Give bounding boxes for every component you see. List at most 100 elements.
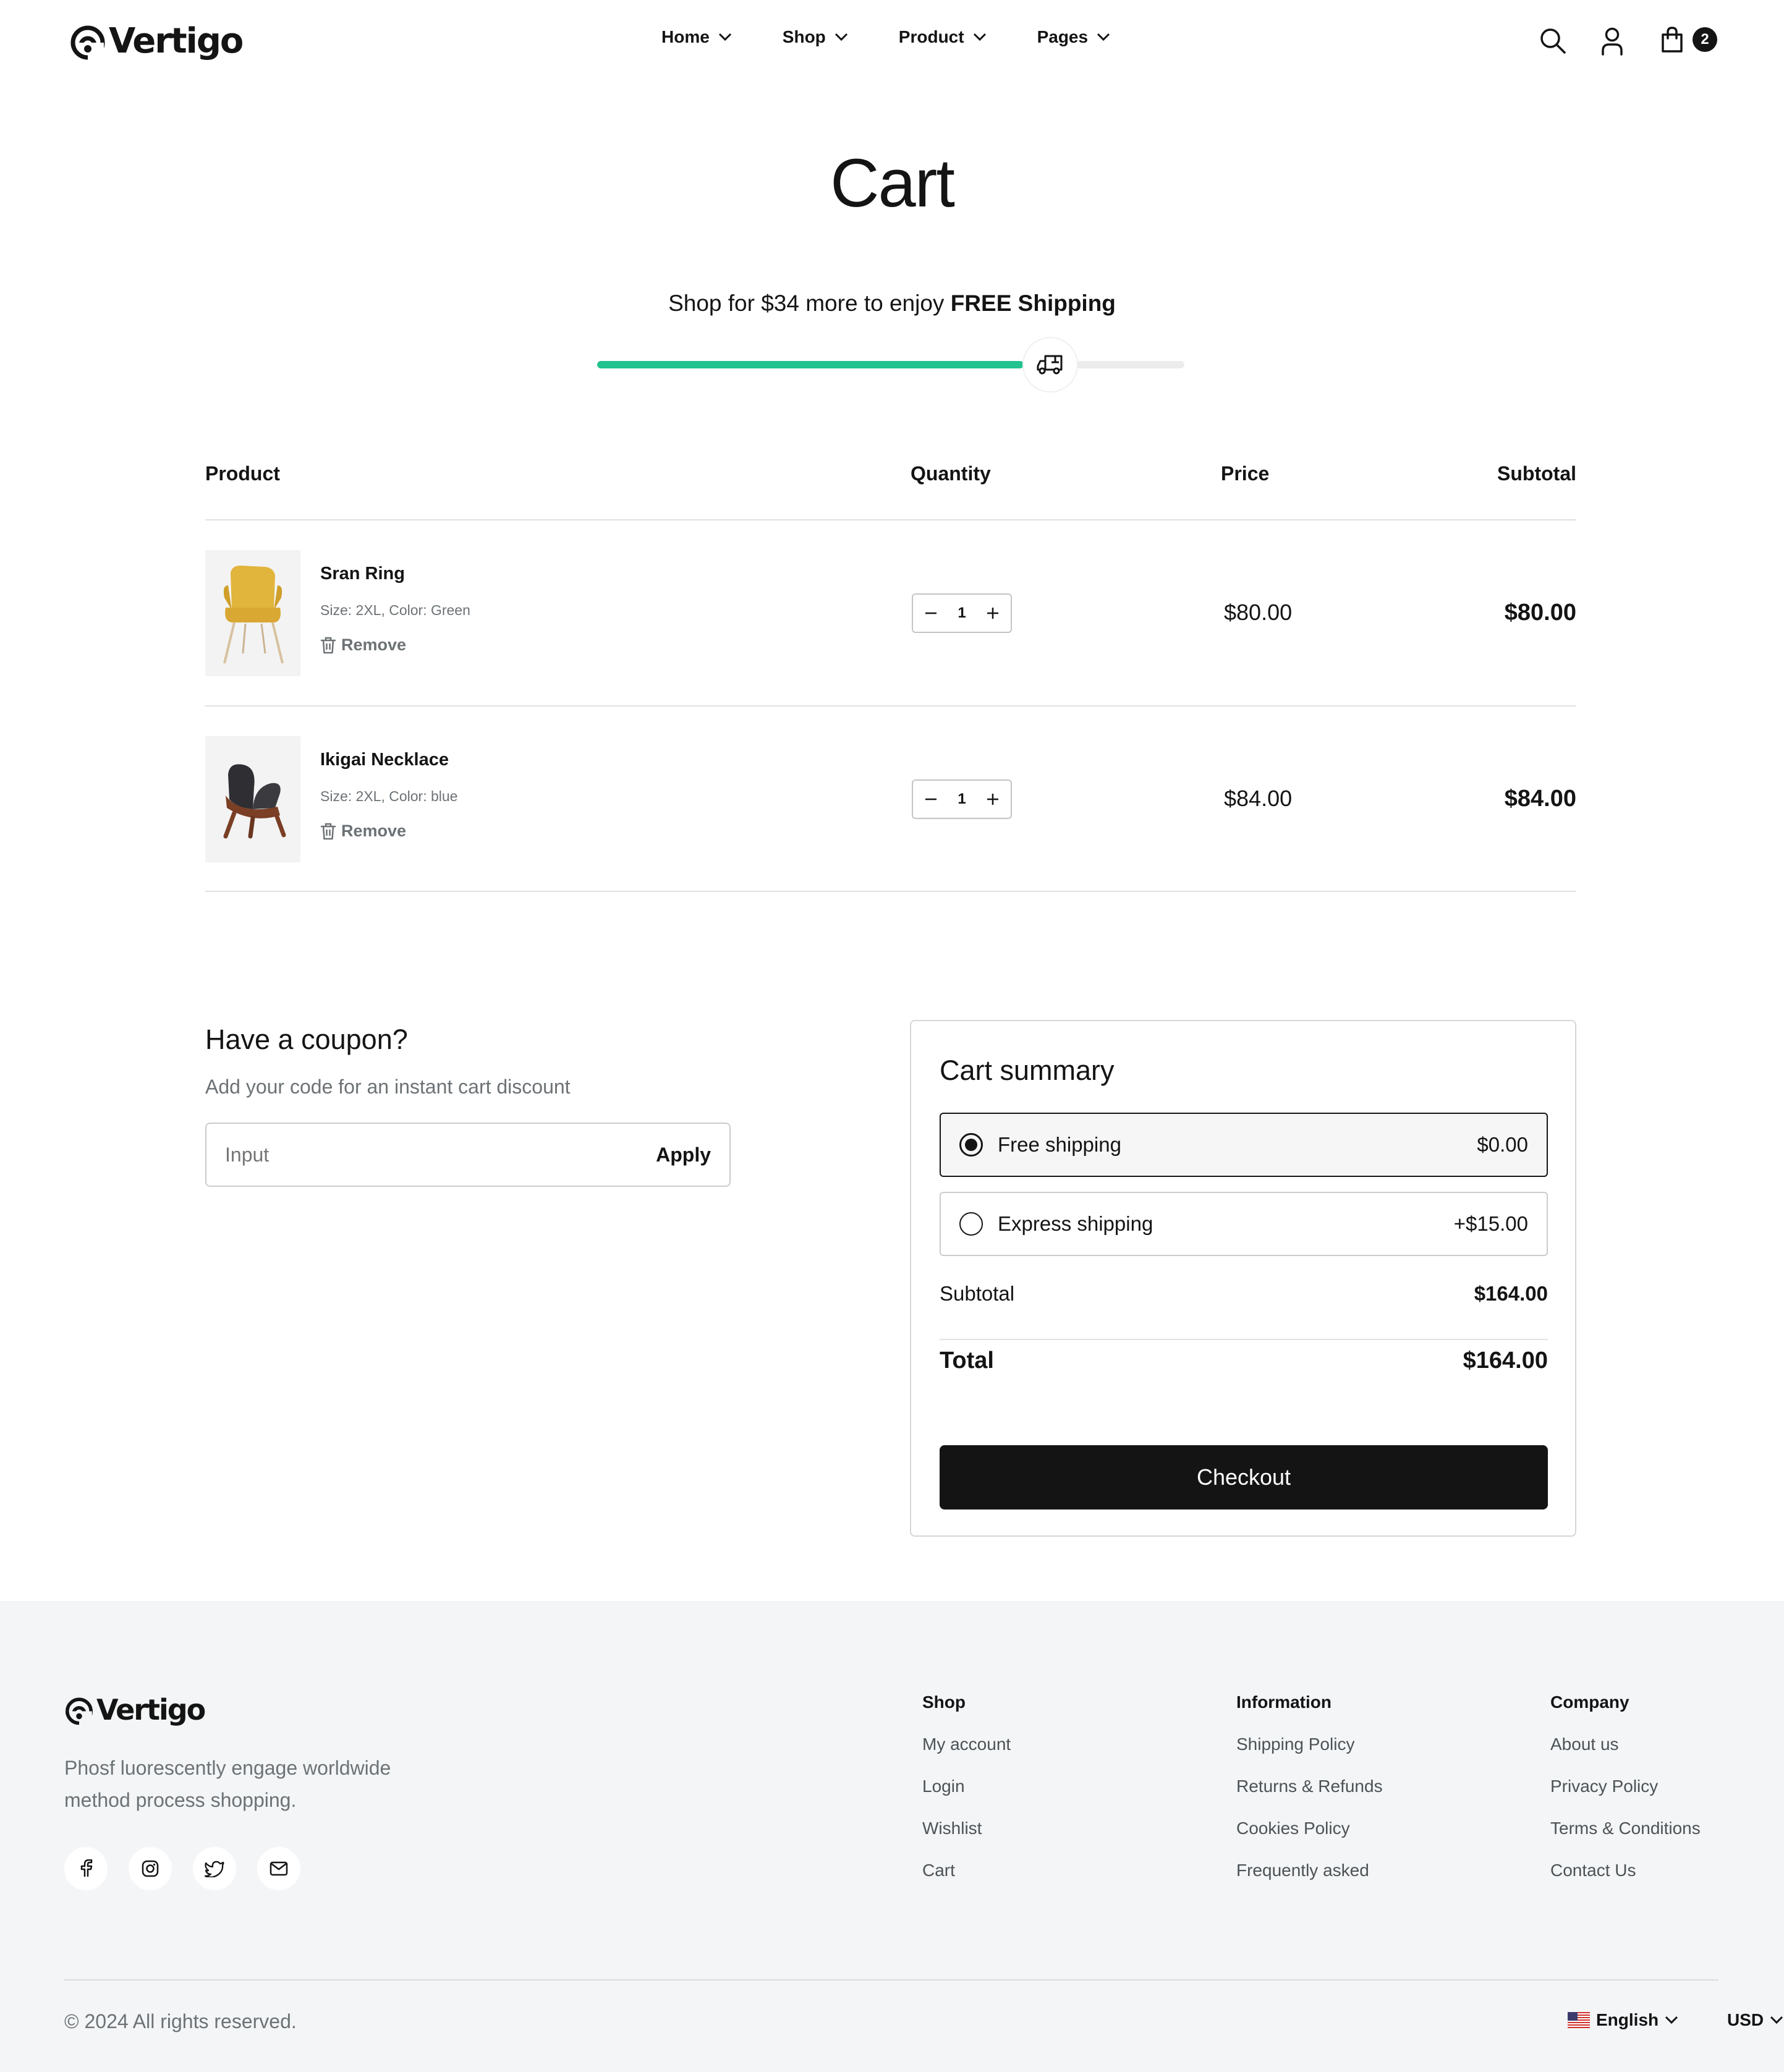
chevron-down-icon: [835, 33, 847, 41]
line-subtotal: $84.00: [1504, 786, 1576, 812]
minus-icon[interactable]: [924, 792, 938, 806]
product-meta: Size: 2XL, Color: Green: [320, 602, 470, 618]
cart-count-badge: 2: [1693, 27, 1717, 52]
product-meta: Size: 2XL, Color: blue: [320, 788, 458, 804]
cart-button[interactable]: 2: [1660, 26, 1717, 53]
footer-link[interactable]: Cart: [922, 1861, 1011, 1880]
logo-mark-icon: [70, 25, 105, 61]
quantity-stepper[interactable]: 1: [912, 779, 1012, 819]
footer-link[interactable]: Shipping Policy: [1236, 1734, 1383, 1754]
table-row: Ikigai Necklace Size: 2XL, Color: blue R…: [205, 707, 1576, 892]
quantity-stepper[interactable]: 1: [912, 593, 1012, 633]
shipping-progress-marker: [1022, 337, 1078, 393]
facebook-icon: [80, 1859, 93, 1877]
footer-link[interactable]: Contact Us: [1550, 1861, 1701, 1880]
plus-icon[interactable]: [986, 792, 1000, 806]
nav-shop-label: Shop: [782, 27, 826, 46]
footer-divider: [64, 1979, 1718, 1981]
social-links: [64, 1847, 300, 1890]
remove-item-button[interactable]: Remove: [320, 635, 406, 655]
summary-subtotal-row: Subtotal $164.00: [940, 1282, 1548, 1306]
footer-link[interactable]: Frequently asked: [1236, 1861, 1383, 1880]
page-title: Cart: [830, 145, 955, 221]
copyright-text: © 2024 All rights reserved.: [64, 2010, 297, 2032]
shipping-msg-text: Shop for $34 more to enjoy: [668, 291, 951, 316]
footer-logo-text: Vertigo: [96, 1693, 206, 1726]
remove-label: Remove: [341, 822, 407, 840]
nav-pages[interactable]: Pages: [1037, 27, 1111, 47]
footer-link[interactable]: Wishlist: [922, 1819, 1011, 1838]
dark-lounge-chair-image: [223, 764, 286, 839]
row-divider: [205, 891, 1576, 892]
subtotal-value: $164.00: [1474, 1282, 1548, 1305]
checkout-button[interactable]: Checkout: [940, 1445, 1548, 1509]
col-header-quantity: Quantity: [911, 462, 991, 485]
shipping-option-price: $0.00: [1477, 1133, 1528, 1156]
site-logo[interactable]: Vertigo: [69, 20, 244, 62]
nav-product[interactable]: Product: [899, 27, 987, 47]
nav-shop[interactable]: Shop: [783, 27, 848, 47]
currency-label: USD: [1727, 2010, 1764, 2029]
truck-icon: [1037, 355, 1063, 375]
col-header-subtotal: Subtotal: [1497, 462, 1576, 485]
us-flag-icon: [1568, 2012, 1590, 2028]
coupon-title: Have a coupon?: [205, 1024, 408, 1055]
plus-icon[interactable]: [986, 606, 1000, 620]
summary-divider: [940, 1339, 1548, 1340]
footer-col-shop: Shop My account Login Wishlist Cart: [922, 1692, 1011, 1880]
language-selector[interactable]: English: [1568, 2010, 1678, 2030]
chevron-down-icon: [1665, 2016, 1678, 2024]
trash-icon: [320, 823, 336, 839]
free-shipping-message: Shop for $34 more to enjoy FREE Shipping: [0, 288, 1784, 319]
shipping-option-free[interactable]: Free shipping $0.00: [940, 1113, 1548, 1177]
coupon-input[interactable]: [225, 1143, 596, 1166]
unit-price: $80.00: [1224, 600, 1293, 625]
footer-link[interactable]: About us: [1550, 1734, 1701, 1754]
product-thumbnail[interactable]: [205, 736, 300, 862]
radio-unselected[interactable]: [959, 1212, 983, 1236]
footer-link[interactable]: Returns & Refunds: [1236, 1777, 1383, 1796]
remove-item-button[interactable]: Remove: [320, 822, 406, 841]
nav-home[interactable]: Home: [661, 27, 732, 47]
minus-icon[interactable]: [924, 606, 938, 620]
cart-summary: Cart summary Free shipping $0.00 Express…: [910, 1020, 1576, 1537]
shipping-option-express[interactable]: Express shipping +$15.00: [940, 1192, 1548, 1256]
quantity-value: 1: [958, 791, 966, 807]
shopping-bag-icon: [1662, 27, 1683, 53]
footer-logo[interactable]: Vertigo: [64, 1692, 206, 1727]
footer-description-line: method process shopping.: [64, 1789, 297, 1811]
total-label: Total: [940, 1348, 994, 1374]
footer-col-information: Information Shipping Policy Returns & Re…: [1236, 1692, 1383, 1880]
language-label: English: [1596, 2010, 1659, 2029]
shipping-progress-fill: [597, 361, 1024, 368]
mail-icon: [270, 1861, 288, 1876]
footer-link[interactable]: Terms & Conditions: [1550, 1819, 1701, 1838]
nav-pages-label: Pages: [1037, 27, 1089, 46]
footer-col-title: Information: [1236, 1692, 1332, 1712]
table-row: Sran Ring Size: 2XL, Color: Green Remove…: [205, 520, 1576, 706]
chevron-down-icon: [718, 33, 731, 41]
product-name[interactable]: Sran Ring: [320, 564, 405, 584]
logo-mark-icon: [66, 1697, 93, 1726]
footer-link[interactable]: Login: [922, 1777, 1011, 1796]
footer-link[interactable]: My account: [922, 1734, 1011, 1754]
radio-selected[interactable]: [959, 1133, 983, 1157]
product-thumbnail[interactable]: [205, 550, 300, 676]
apply-coupon-button[interactable]: Apply: [656, 1144, 711, 1166]
search-button[interactable]: [1539, 27, 1566, 54]
footer-col-title: Shop: [922, 1692, 966, 1712]
twitter-link[interactable]: [193, 1847, 236, 1890]
footer-col-company: Company About us Privacy Policy Terms & …: [1550, 1692, 1701, 1880]
line-subtotal: $80.00: [1504, 600, 1576, 626]
subtotal-label: Subtotal: [940, 1282, 1015, 1305]
account-button[interactable]: [1601, 27, 1623, 56]
footer-link[interactable]: Privacy Policy: [1550, 1777, 1701, 1796]
twitter-icon: [205, 1861, 224, 1877]
col-header-price: Price: [1221, 462, 1270, 485]
instagram-link[interactable]: [129, 1847, 172, 1890]
email-link[interactable]: [257, 1847, 300, 1890]
footer-link[interactable]: Cookies Policy: [1236, 1819, 1383, 1838]
facebook-link[interactable]: [64, 1847, 108, 1890]
product-name[interactable]: Ikigai Necklace: [320, 750, 449, 770]
currency-selector[interactable]: USD: [1727, 2010, 1783, 2030]
